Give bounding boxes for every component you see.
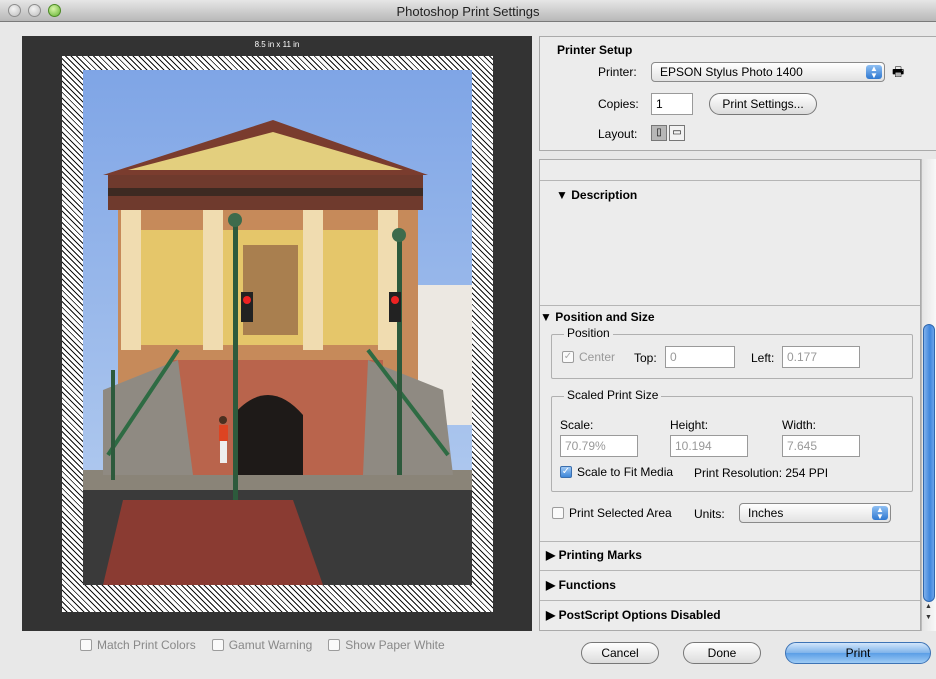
scroll-up-icon[interactable]: ▲ <box>925 603 932 610</box>
description-title: Description <box>571 188 638 202</box>
show-paper-white-label: Show Paper White <box>345 638 445 652</box>
divider <box>540 180 920 181</box>
paper-sheet <box>62 56 493 612</box>
done-button[interactable]: Done <box>683 642 761 664</box>
position-size-header[interactable]: ▼ Position and Size <box>540 310 655 324</box>
units-label: Units: <box>694 507 725 521</box>
height-label: Height: <box>670 418 709 432</box>
description-header[interactable]: ▼ Description <box>556 188 637 202</box>
match-print-colors-label: Match Print Colors <box>97 638 196 652</box>
layout-label: Layout: <box>598 127 638 141</box>
photo-preview[interactable] <box>83 70 472 585</box>
divider <box>540 570 920 571</box>
width-input[interactable] <box>782 435 860 457</box>
cancel-button[interactable]: Cancel <box>581 642 659 664</box>
functions-header[interactable]: ▶ Functions <box>546 578 616 592</box>
show-paper-white-checkbox[interactable]: Show Paper White <box>328 638 445 652</box>
scale-label: Scale: <box>560 418 594 432</box>
checkbox-box[interactable]: ✓ <box>562 351 574 363</box>
printer-add-icon[interactable]: 🖶 <box>892 63 904 85</box>
scale-to-fit-checkbox[interactable]: ✓ Scale to Fit Media <box>560 465 673 479</box>
divider <box>540 305 920 306</box>
position-size-title: Position and Size <box>555 310 655 324</box>
height-input[interactable] <box>670 435 748 457</box>
preview-options: Match Print Colors Gamut Warning Show Pa… <box>80 638 445 652</box>
print-settings-button[interactable]: Print Settings... <box>709 93 817 115</box>
printer-setup-title: Printer Setup <box>557 43 633 57</box>
print-selected-area-checkbox[interactable]: Print Selected Area <box>552 506 672 520</box>
printer-select-value: EPSON Stylus Photo 1400 <box>660 65 803 79</box>
checkbox-box[interactable] <box>80 639 92 651</box>
portrait-layout-icon[interactable]: ▯ <box>651 125 667 141</box>
disclosure-closed-icon: ▶ <box>546 548 556 562</box>
copies-input[interactable] <box>651 93 693 115</box>
postscript-options-header[interactable]: ▶ PostScript Options Disabled <box>546 608 721 622</box>
gamut-warning-label: Gamut Warning <box>228 638 313 652</box>
print-button[interactable]: Print <box>785 642 931 664</box>
printer-setup-panel: Printer Setup Printer: EPSON Stylus Phot… <box>539 36 936 151</box>
disclosure-closed-icon: ▶ <box>546 578 556 592</box>
paper-size-label: 8.5 in x 11 in <box>254 40 300 49</box>
gamut-warning-checkbox[interactable]: Gamut Warning <box>211 638 313 652</box>
match-print-colors-checkbox[interactable]: Match Print Colors <box>80 638 196 652</box>
landscape-layout-icon[interactable]: ▭ <box>669 125 685 141</box>
printer-label: Printer: <box>598 65 637 79</box>
center-label: Center <box>579 350 616 364</box>
disclosure-open-icon: ▼ <box>556 188 568 202</box>
disclosure-closed-icon: ▶ <box>546 608 556 622</box>
checkbox-box[interactable]: ✓ <box>560 466 572 478</box>
scaled-print-size-label: Scaled Print Size <box>564 388 662 402</box>
title-bar: Photoshop Print Settings <box>0 0 936 22</box>
popup-arrows-icon: ▲ ▼ <box>866 65 882 80</box>
printer-select[interactable]: EPSON Stylus Photo 1400 ▲ ▼ <box>651 62 885 82</box>
scroll-down-icon[interactable]: ▼ <box>925 614 932 621</box>
printing-marks-title: Printing Marks <box>558 548 642 562</box>
scale-input[interactable] <box>560 435 638 457</box>
checkbox-box[interactable] <box>328 639 341 651</box>
checkbox-box[interactable] <box>211 639 224 651</box>
position-group-label: Position <box>564 326 613 340</box>
print-resolution-text: Print Resolution: 254 PPI <box>694 466 829 480</box>
units-select[interactable]: Inches ▲ ▼ <box>739 503 891 523</box>
width-label: Width: <box>782 418 817 432</box>
print-preview: 8.5 in x 11 in <box>22 36 532 631</box>
top-label: Top: <box>634 351 657 365</box>
copies-label: Copies: <box>598 97 639 111</box>
center-checkbox[interactable]: ✓ Center <box>562 350 615 364</box>
window-title: Photoshop Print Settings <box>396 4 540 19</box>
settings-scrollbar[interactable]: ▲ ▼ <box>921 159 936 631</box>
print-selected-area-label: Print Selected Area <box>569 506 672 520</box>
checkbox-box[interactable] <box>552 507 564 519</box>
left-input[interactable] <box>782 346 860 368</box>
top-input[interactable] <box>665 346 735 368</box>
scrollbar-thumb[interactable] <box>923 324 935 602</box>
units-select-value: Inches <box>748 506 784 520</box>
postscript-options-title: PostScript Options Disabled <box>558 608 721 622</box>
functions-title: Functions <box>558 578 616 592</box>
left-label: Left: <box>751 351 775 365</box>
disclosure-open-icon: ▼ <box>540 310 552 324</box>
dialog-content: 8.5 in x 11 in Match Print Colors Gamut … <box>0 22 936 679</box>
divider <box>540 600 920 601</box>
printing-marks-header[interactable]: ▶ Printing Marks <box>546 548 642 562</box>
settings-scroll-panel: ▼ Description ▼ Position and Size Positi… <box>539 159 921 631</box>
divider <box>540 541 920 542</box>
popup-arrows-icon: ▲ ▼ <box>872 506 888 521</box>
scale-to-fit-label: Scale to Fit Media <box>577 465 674 479</box>
